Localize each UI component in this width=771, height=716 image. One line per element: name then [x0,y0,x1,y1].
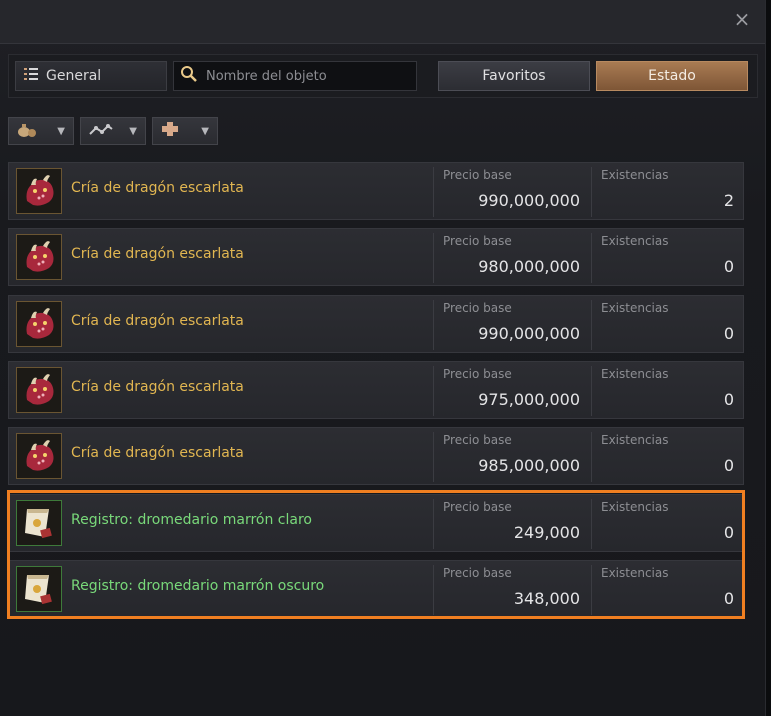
market-window: × General Favoritos Estado [0,0,765,716]
item-price: 249,000 [513,522,580,542]
column-divider [591,167,592,217]
trend-line-icon [89,122,113,141]
search-input[interactable] [206,68,406,84]
list-item[interactable]: Cría de dragón escarlata Precio base 980,0… [8,228,744,287]
item-name: Cría de dragón escarlata [71,378,244,395]
column-divider [591,432,592,483]
scroll-icon [16,499,62,546]
chevron-down-icon: ▼ [201,125,209,137]
dragon-icon [16,433,62,480]
title-bar: × [0,0,765,44]
column-divider [591,498,592,549]
price-label: Precio base [443,366,512,381]
filter-row: ▼ ▼ ▼ [8,117,218,145]
item-stock: 0 [723,522,734,542]
column-divider [433,233,434,284]
chevron-down-icon: ▼ [57,125,65,137]
favorites-button[interactable]: Favoritos [438,61,590,91]
item-price: 990,000,000 [478,191,580,210]
item-stock: 0 [723,456,734,476]
item-price: 990,000,000 [478,323,580,343]
category-select[interactable]: General [15,61,167,91]
scroll-icon [16,565,62,612]
stock-label: Existencias [601,433,669,448]
list-item[interactable]: Registro: dromedario marrón oscuro Precio… [8,559,744,618]
dragon-icon [16,300,62,347]
list-item[interactable]: Cría de dragón escarlata Precio base 975,0… [8,360,744,419]
window-edge [765,0,771,716]
status-button[interactable]: Estado [596,61,748,91]
item-price: 980,000,000 [478,257,580,277]
column-divider [591,564,592,615]
plus-filter-dropdown[interactable]: ▼ [152,117,218,145]
item-name: Cría de dragón escarlata [71,180,244,196]
item-price: 975,000,000 [478,389,580,409]
money-filter-dropdown[interactable]: ▼ [8,117,74,145]
price-label: Precio base [443,565,512,580]
price-label: Precio base [443,499,512,514]
stock-label: Existencias [601,168,669,182]
list-item[interactable]: Cría de dragón escarlata Precio base 990,0… [8,162,744,220]
stock-label: Existencias [601,565,669,580]
list-item[interactable]: Cría de dragón escarlata Precio base 990,0… [8,294,744,353]
item-stock: 0 [723,389,734,409]
item-stock: 0 [723,588,734,608]
column-divider [591,299,592,350]
plus-icon [161,121,179,141]
list-icon [24,68,38,84]
search-toolbar: General Favoritos Estado [8,54,758,98]
search-icon [180,65,198,87]
stock-label: Existencias [601,366,669,381]
column-divider [433,167,434,217]
price-label: Precio base [443,433,512,448]
column-divider [433,564,434,615]
column-divider [433,432,434,483]
chevron-down-icon: ▼ [129,125,137,137]
column-divider [433,299,434,350]
price-label: Precio base [443,168,512,182]
search-field[interactable] [173,61,417,91]
item-stock: 0 [723,323,734,343]
price-label: Precio base [443,234,512,249]
column-divider [591,233,592,284]
price-label: Precio base [443,300,512,315]
item-stock: 0 [723,257,734,277]
trend-filter-dropdown[interactable]: ▼ [80,117,146,145]
item-price: 348,000 [513,588,580,608]
dragon-icon [16,168,62,214]
item-name: Cría de dragón escarlata [71,312,244,329]
close-icon[interactable]: × [731,8,753,30]
dragon-icon [16,234,62,281]
item-price: 985,000,000 [478,456,580,476]
item-name: Registro: dromedario marrón claro [71,511,312,528]
dragon-icon [16,366,62,413]
item-name: Cría de dragón escarlata [71,445,244,462]
item-name: Registro: dromedario marrón oscuro [71,577,325,594]
stock-label: Existencias [601,300,669,315]
item-name: Cría de dragón escarlata [71,246,244,263]
column-divider [591,365,592,416]
stock-label: Existencias [601,234,669,249]
category-label: General [46,68,102,84]
column-divider [433,498,434,549]
list-item[interactable]: Cría de dragón escarlata Precio base 985,0… [8,427,744,486]
stock-label: Existencias [601,499,669,514]
list-item[interactable]: Registro: dromedario marrón claro Precio … [8,493,744,552]
column-divider [433,365,434,416]
item-stock: 2 [723,191,734,210]
money-bag-icon [17,121,37,141]
